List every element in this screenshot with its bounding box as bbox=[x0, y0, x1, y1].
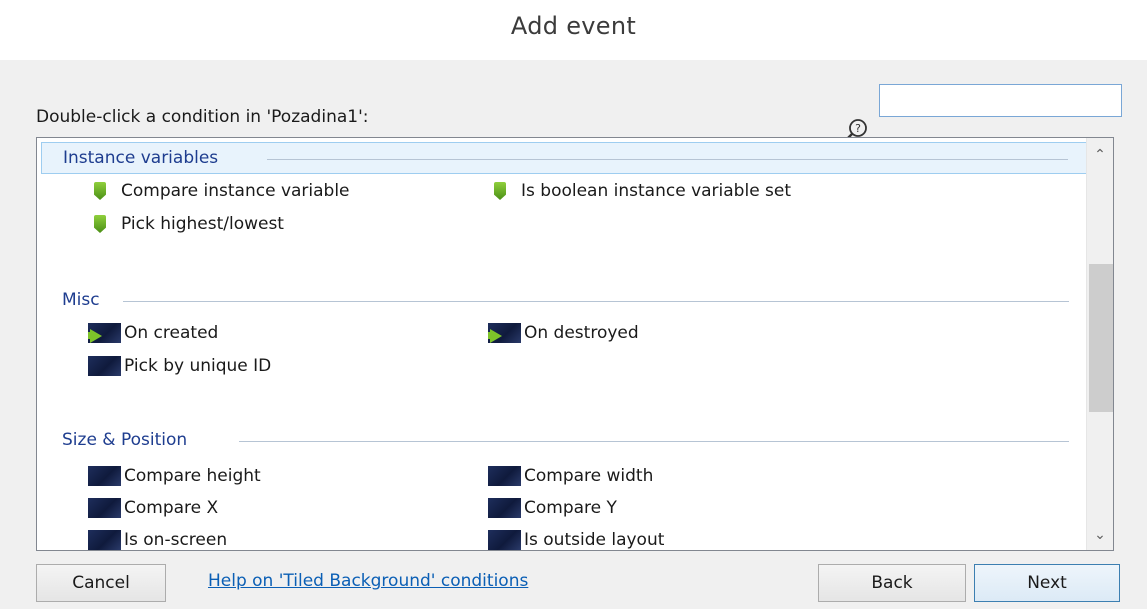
condition-label: Is outside layout bbox=[524, 530, 665, 550]
tiled-background-icon bbox=[88, 498, 121, 518]
condition-label: Is on-screen bbox=[124, 530, 228, 550]
search-input[interactable] bbox=[879, 84, 1122, 117]
condition-label: Compare width bbox=[524, 466, 654, 486]
scroll-down-icon[interactable]: ⌄ bbox=[1087, 522, 1113, 548]
instruction-text: Double-click a condition in 'Pozadina1': bbox=[36, 107, 369, 127]
condition-item[interactable]: Pick by unique ID bbox=[88, 353, 271, 379]
vertical-scrollbar[interactable]: ⌃ ⌄ bbox=[1086, 138, 1113, 550]
green-pin-icon bbox=[494, 182, 506, 200]
condition-label: Compare Y bbox=[524, 498, 617, 518]
condition-label: Is boolean instance variable set bbox=[521, 181, 792, 201]
condition-label: On destroyed bbox=[524, 323, 639, 343]
condition-item[interactable]: Compare width bbox=[488, 463, 653, 489]
back-button[interactable]: Back bbox=[818, 564, 966, 602]
svg-text:?: ? bbox=[855, 122, 861, 135]
green-pin-icon bbox=[94, 215, 106, 233]
condition-item[interactable]: Is on-screen bbox=[88, 527, 228, 550]
condition-item[interactable]: Pick highest/lowest bbox=[88, 211, 284, 237]
condition-label: Pick highest/lowest bbox=[121, 214, 284, 234]
category-divider bbox=[239, 441, 1069, 442]
condition-item[interactable]: On destroyed bbox=[488, 320, 639, 346]
category-header-instance-variables[interactable]: Instance variables bbox=[41, 142, 1087, 174]
help-link[interactable]: Help on 'Tiled Background' conditions bbox=[208, 571, 528, 591]
category-divider bbox=[123, 301, 1069, 302]
condition-item[interactable]: Compare Y bbox=[488, 495, 617, 521]
condition-label: Compare height bbox=[124, 466, 261, 486]
category-divider bbox=[267, 159, 1068, 160]
category-name: Misc bbox=[62, 290, 100, 310]
condition-item[interactable]: Is outside layout bbox=[488, 527, 665, 550]
scrollbar-thumb[interactable] bbox=[1089, 264, 1113, 412]
condition-item[interactable]: Compare X bbox=[88, 495, 218, 521]
category-header-misc[interactable]: Misc bbox=[41, 285, 1087, 317]
condition-item[interactable]: Is boolean instance variable set bbox=[488, 178, 791, 204]
tiled-background-icon bbox=[88, 466, 121, 486]
cancel-button[interactable]: Cancel bbox=[36, 564, 166, 602]
conditions-list-content: Instance variables Compare instance vari… bbox=[37, 138, 1087, 550]
condition-item[interactable]: Compare height bbox=[88, 463, 261, 489]
tiled-background-icon bbox=[88, 356, 121, 376]
title-bar: Add event bbox=[0, 0, 1147, 60]
category-header-size-position[interactable]: Size & Position bbox=[41, 425, 1087, 457]
tiled-background-icon bbox=[488, 466, 521, 486]
condition-item[interactable]: On created bbox=[88, 320, 218, 346]
scroll-up-icon[interactable]: ⌃ bbox=[1087, 142, 1113, 168]
tiled-background-icon bbox=[488, 530, 521, 550]
trigger-arrow-icon bbox=[88, 323, 121, 343]
category-name: Instance variables bbox=[63, 148, 219, 168]
condition-label: Compare X bbox=[124, 498, 219, 518]
tiled-background-icon bbox=[88, 530, 121, 550]
tiled-background-icon bbox=[488, 498, 521, 518]
condition-item[interactable]: Compare instance variable bbox=[88, 178, 350, 204]
trigger-arrow-icon bbox=[488, 323, 521, 343]
green-pin-icon bbox=[94, 182, 106, 200]
conditions-list: Instance variables Compare instance vari… bbox=[36, 137, 1114, 551]
condition-label: On created bbox=[124, 323, 219, 343]
category-name: Size & Position bbox=[62, 430, 188, 450]
next-button[interactable]: Next bbox=[974, 564, 1120, 602]
condition-label: Compare instance variable bbox=[121, 181, 350, 201]
window-title: Add event bbox=[510, 12, 637, 40]
condition-label: Pick by unique ID bbox=[124, 356, 272, 376]
